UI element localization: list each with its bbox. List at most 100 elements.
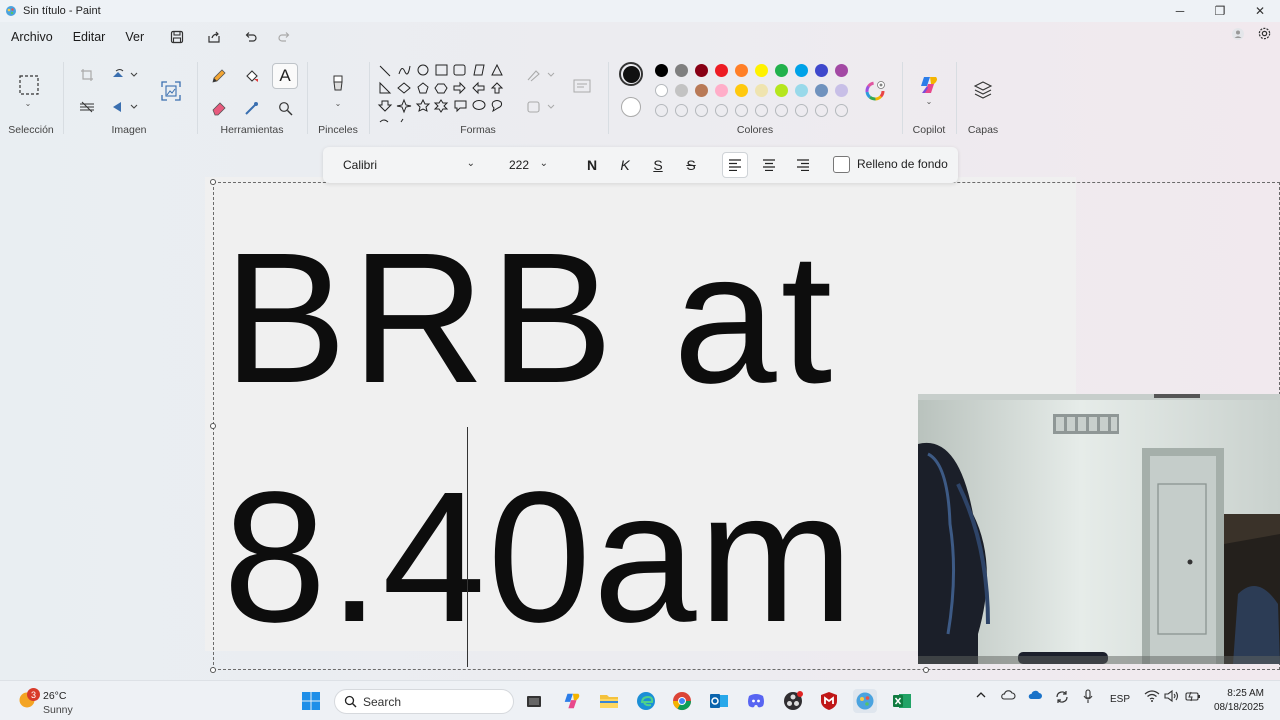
taskbar-mcafee[interactable] [817,689,841,713]
custom-color-slot[interactable] [735,104,748,117]
pencil-button[interactable] [208,65,230,87]
brushes-chevron-icon[interactable]: ⌄ [331,98,345,108]
color2-selector[interactable] [621,97,641,117]
eraser-button[interactable] [208,97,230,119]
weather-widget[interactable]: 3 26°C Sunny [18,685,98,717]
tray-battery[interactable] [1185,689,1201,706]
palette-swatch[interactable] [815,84,828,97]
taskbar-outlook[interactable] [707,689,731,713]
taskbar-edge[interactable] [634,689,658,713]
edit-colors-button[interactable] [863,79,887,103]
shape-fill-button[interactable] [525,98,559,116]
close-button[interactable]: ✕ [1240,0,1280,22]
palette-swatch[interactable] [715,84,728,97]
custom-color-slot[interactable] [755,104,768,117]
menu-archivo[interactable]: Archivo [3,30,61,44]
palette-swatch[interactable] [675,64,688,77]
copilot-button[interactable] [915,72,943,98]
font-family-select[interactable]: Calibri ⌄ [335,152,485,178]
custom-color-slot[interactable] [835,104,848,117]
canvas-text-line-1[interactable]: BRB at [223,226,836,412]
resize-button[interactable] [78,98,96,116]
taskbar-task-view[interactable] [522,689,546,713]
tray-onedrive-business[interactable] [1027,689,1043,704]
bold-button[interactable]: N [579,152,605,178]
palette-swatch[interactable] [675,84,688,97]
menu-editar[interactable]: Editar [65,30,114,44]
shapes-gallery[interactable] [376,62,516,126]
start-button[interactable] [299,689,323,713]
menu-ver[interactable]: Ver [117,30,152,44]
maximize-button[interactable]: ❐ [1200,0,1240,22]
background-fill-checkbox[interactable] [833,156,850,173]
palette-swatch[interactable] [655,64,668,77]
resize-handle-bottom-left[interactable] [210,667,216,673]
chevron-down-icon[interactable]: ⌄ [21,98,35,108]
palette-swatch[interactable] [755,84,768,97]
rotate-button[interactable] [110,66,140,84]
align-right-button[interactable] [790,152,816,178]
shape-style-button[interactable] [570,74,594,98]
tray-sync[interactable] [1054,689,1070,708]
taskbar-obs[interactable] [781,689,805,713]
flip-button[interactable] [110,98,140,116]
tray-overflow-button[interactable] [975,689,987,704]
taskbar-excel[interactable] [890,689,914,713]
custom-color-slot[interactable] [695,104,708,117]
resize-handle-top-left[interactable] [210,179,216,185]
palette-swatch[interactable] [735,64,748,77]
canvas-text-line-2[interactable]: 8.40am [223,465,855,651]
taskbar-search[interactable]: Search [334,689,514,714]
crop-button[interactable] [78,66,96,84]
image-edit-button[interactable] [160,80,182,102]
palette-swatch[interactable] [735,84,748,97]
align-center-button[interactable] [756,152,782,178]
layers-button[interactable] [971,78,995,102]
select-button[interactable] [16,72,42,98]
taskbar-copilot[interactable] [560,689,584,713]
font-size-select[interactable]: 222 ⌄ [500,152,558,178]
taskbar-paint[interactable] [853,689,877,713]
palette-swatch[interactable] [695,64,708,77]
taskbar-clock[interactable]: 8:25 AM 08/18/2025 [1214,687,1264,715]
palette-swatch[interactable] [815,64,828,77]
custom-color-slot[interactable] [795,104,808,117]
custom-color-slot[interactable] [655,104,668,117]
undo-button[interactable] [240,26,262,48]
palette-swatch[interactable] [795,64,808,77]
palette-swatch[interactable] [775,84,788,97]
strikethrough-button[interactable]: S [678,152,704,178]
account-button[interactable] [1231,27,1245,46]
palette-swatch[interactable] [775,64,788,77]
taskbar-chrome[interactable] [670,689,694,713]
palette-swatch[interactable] [755,64,768,77]
brushes-button[interactable] [326,72,350,96]
fill-button[interactable] [241,65,263,87]
custom-color-slot[interactable] [775,104,788,117]
color1-selector[interactable] [619,62,643,86]
italic-button[interactable]: K [612,152,638,178]
text-tool-button[interactable]: A [272,63,298,89]
align-left-button[interactable] [722,152,748,178]
taskbar-discord[interactable] [744,689,768,713]
minimize-button[interactable]: ─ [1160,0,1200,22]
tray-onedrive-personal[interactable] [1000,689,1016,704]
custom-color-slot[interactable] [715,104,728,117]
palette-swatch[interactable] [835,84,848,97]
tray-language[interactable]: ESP [1110,694,1130,705]
palette-swatch[interactable] [695,84,708,97]
palette-swatch[interactable] [795,84,808,97]
share-button[interactable] [203,26,225,48]
copilot-chevron-icon[interactable]: ⌄ [922,96,936,106]
save-button[interactable] [166,26,188,48]
tray-wifi[interactable] [1144,689,1160,706]
custom-color-slot[interactable] [815,104,828,117]
palette-swatch[interactable] [715,64,728,77]
color-picker-button[interactable] [241,97,263,119]
taskbar-file-explorer[interactable] [597,689,621,713]
redo-button[interactable] [273,26,295,48]
resize-handle-bottom[interactable] [923,667,929,673]
palette-swatch[interactable] [655,84,668,97]
resize-handle-left[interactable] [210,423,216,429]
tray-microphone[interactable] [1082,689,1094,708]
